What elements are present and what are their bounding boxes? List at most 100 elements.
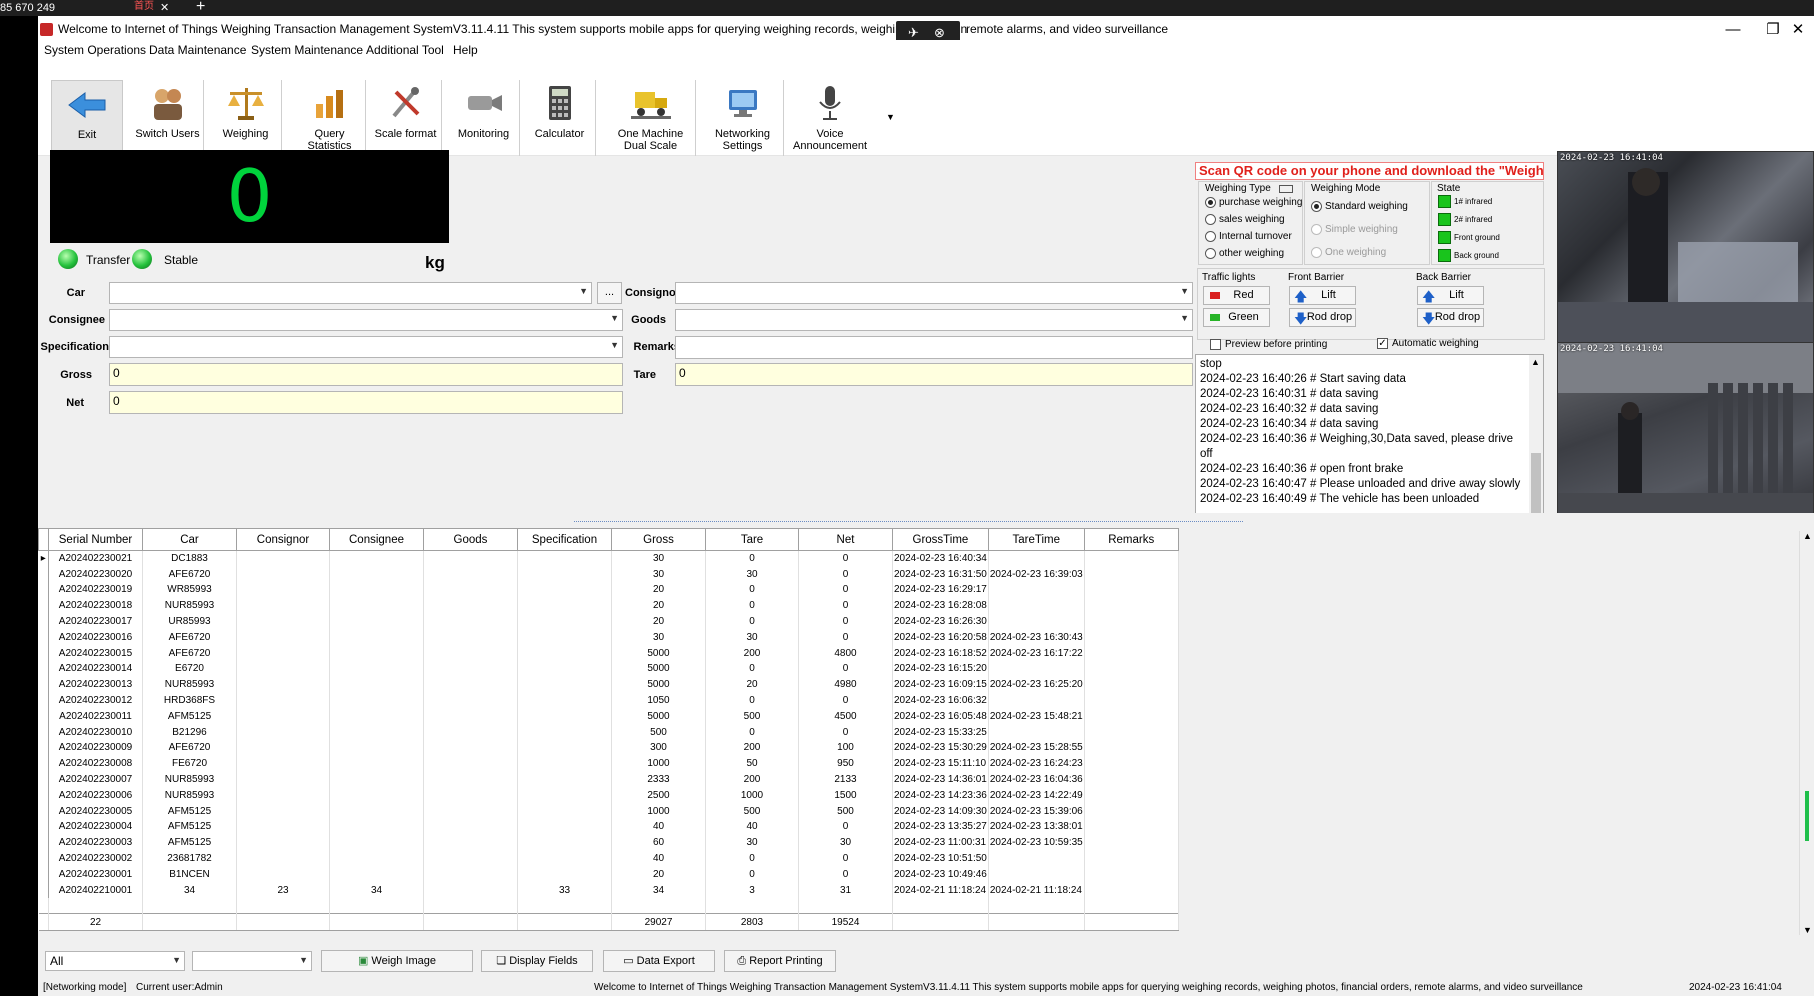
row-header[interactable] xyxy=(38,692,49,709)
table-row[interactable]: A202402230004 AFM5125 40 40 0 2024-02-23 13:3… xyxy=(38,819,1179,835)
table-cell[interactable]: 2024-02-21 11:18:24 xyxy=(892,882,989,899)
scroll-up-icon[interactable]: ▲ xyxy=(1531,355,1540,370)
table-row[interactable]: A202402230017 UR85993 20 0 0 2024-02-23 16:26… xyxy=(38,613,1179,630)
table-cell[interactable] xyxy=(1084,661,1179,677)
table-cell[interactable] xyxy=(517,724,612,741)
table-cell[interactable] xyxy=(329,629,424,646)
row-header[interactable] xyxy=(38,740,49,756)
table-cell[interactable]: 2024-02-23 16:20:58 xyxy=(892,629,989,646)
table-cell[interactable]: 2024-02-23 16:28:08 xyxy=(892,597,989,614)
table-cell[interactable] xyxy=(236,755,330,772)
table-cell[interactable] xyxy=(236,613,330,630)
auto-weighing-checkbox[interactable]: ✓ xyxy=(1377,338,1388,349)
row-header[interactable] xyxy=(38,803,49,820)
back-barrier-lift-button[interactable]: 🡅 Lift xyxy=(1417,286,1484,305)
table-cell[interactable]: 4500 xyxy=(798,708,893,725)
table-cell[interactable]: A202402230012 xyxy=(48,692,143,709)
table-cell[interactable] xyxy=(423,550,518,567)
group-toggle-icon[interactable] xyxy=(1279,185,1293,193)
table-cell[interactable] xyxy=(236,566,330,583)
table-cell[interactable] xyxy=(1084,850,1179,867)
table-cell[interactable]: AFM5125 xyxy=(142,819,237,835)
scroll-thumb[interactable] xyxy=(1531,453,1541,515)
table-row[interactable]: ▸ A202402230021 DC1883 30 0 0 2024-02-23 16:40… xyxy=(38,550,1179,567)
row-header[interactable] xyxy=(38,566,49,583)
scale-format-button[interactable]: Scale format xyxy=(370,80,442,156)
table-cell[interactable] xyxy=(988,850,1085,867)
table-cell[interactable]: 20 xyxy=(705,676,799,693)
table-cell[interactable]: A202402230018 xyxy=(48,597,143,614)
table-cell[interactable]: AFE6720 xyxy=(142,629,237,646)
row-header[interactable] xyxy=(38,661,49,677)
table-cell[interactable] xyxy=(517,755,612,772)
table-cell[interactable]: 50 xyxy=(705,755,799,772)
table-cell[interactable] xyxy=(517,597,612,614)
scroll-up-icon[interactable]: ▲ xyxy=(1803,531,1812,541)
table-cell[interactable] xyxy=(329,676,424,693)
table-cell[interactable] xyxy=(1084,771,1179,788)
table-cell[interactable]: 1000 xyxy=(611,803,706,820)
row-header[interactable] xyxy=(38,882,49,899)
browser-tab[interactable]: 首页 xyxy=(134,0,154,14)
row-header[interactable] xyxy=(38,629,49,646)
menu-help[interactable]: Help xyxy=(453,43,478,57)
table-cell[interactable] xyxy=(1084,582,1179,598)
table-cell[interactable] xyxy=(1084,550,1179,567)
table-cell[interactable] xyxy=(329,866,424,883)
table-row[interactable]: A202402230015 AFE6720 5000 200 4800 2024-02-2… xyxy=(38,645,1179,662)
table-cell[interactable] xyxy=(423,582,518,598)
table-cell[interactable]: 23 xyxy=(236,882,330,899)
table-cell[interactable]: A202402230017 xyxy=(48,613,143,630)
table-row[interactable]: A202402230002 23681782 40 0 0 2024-02-23 10:5… xyxy=(38,850,1179,867)
table-row[interactable]: A202402230018 NUR85993 20 0 0 2024-02-23 16:2… xyxy=(38,597,1179,614)
table-cell[interactable] xyxy=(423,755,518,772)
table-cell[interactable]: 2024-02-23 16:29:17 xyxy=(892,582,989,598)
table-cell[interactable] xyxy=(329,819,424,835)
table-cell[interactable]: A202402230010 xyxy=(48,724,143,741)
table-cell[interactable]: A202402230006 xyxy=(48,787,143,804)
table-cell[interactable] xyxy=(423,850,518,867)
table-cell[interactable] xyxy=(329,740,424,756)
table-cell[interactable]: A202402230009 xyxy=(48,740,143,756)
table-cell[interactable]: 2024-02-23 15:48:21 xyxy=(988,708,1085,725)
table-cell[interactable] xyxy=(329,787,424,804)
table-cell[interactable] xyxy=(423,661,518,677)
table-cell[interactable]: 500 xyxy=(705,708,799,725)
table-cell[interactable] xyxy=(1084,803,1179,820)
table-cell[interactable]: 0 xyxy=(798,613,893,630)
table-cell[interactable] xyxy=(1084,597,1179,614)
col-tare-time[interactable]: TareTime xyxy=(987,528,1085,551)
table-cell[interactable]: 34 xyxy=(142,882,237,899)
table-cell[interactable]: 2024-02-23 14:09:30 xyxy=(892,803,989,820)
table-cell[interactable] xyxy=(236,582,330,598)
table-cell[interactable]: 0 xyxy=(705,661,799,677)
radio-other-weighing[interactable] xyxy=(1205,248,1216,259)
table-row[interactable]: A202402230001 B1NCEN 20 0 0 2024-02-23 10:49:… xyxy=(38,866,1179,883)
table-cell[interactable] xyxy=(329,566,424,583)
table-cell[interactable]: 2024-02-23 16:06:32 xyxy=(892,692,989,709)
remarks-field[interactable] xyxy=(675,336,1193,359)
table-cell[interactable]: 200 xyxy=(705,740,799,756)
table-cell[interactable] xyxy=(236,724,330,741)
table-cell[interactable]: AFE6720 xyxy=(142,566,237,583)
table-cell[interactable] xyxy=(329,613,424,630)
table-cell[interactable] xyxy=(1084,692,1179,709)
table-cell[interactable]: 200 xyxy=(705,645,799,662)
table-cell[interactable]: 0 xyxy=(798,550,893,567)
table-cell[interactable] xyxy=(236,850,330,867)
table-cell[interactable]: A202402230019 xyxy=(48,582,143,598)
table-cell[interactable] xyxy=(423,597,518,614)
table-cell[interactable]: 2500 xyxy=(611,787,706,804)
net-field[interactable]: 0 xyxy=(109,391,623,414)
table-cell[interactable]: 30 xyxy=(705,629,799,646)
table-cell[interactable]: 2024-02-23 16:25:20 xyxy=(988,676,1085,693)
table-cell[interactable]: AFM5125 xyxy=(142,803,237,820)
table-cell[interactable] xyxy=(329,834,424,851)
camera-feed-2[interactable]: 2024-02-23 16:41:04 xyxy=(1557,342,1814,520)
radio-standard-weighing[interactable] xyxy=(1311,201,1322,212)
table-cell[interactable] xyxy=(1084,724,1179,741)
table-cell[interactable] xyxy=(236,866,330,883)
grid-vertical-scrollbar[interactable]: ▲ ▼ xyxy=(1799,531,1814,935)
col-specification[interactable]: Specification xyxy=(517,528,612,551)
table-cell[interactable] xyxy=(517,819,612,835)
